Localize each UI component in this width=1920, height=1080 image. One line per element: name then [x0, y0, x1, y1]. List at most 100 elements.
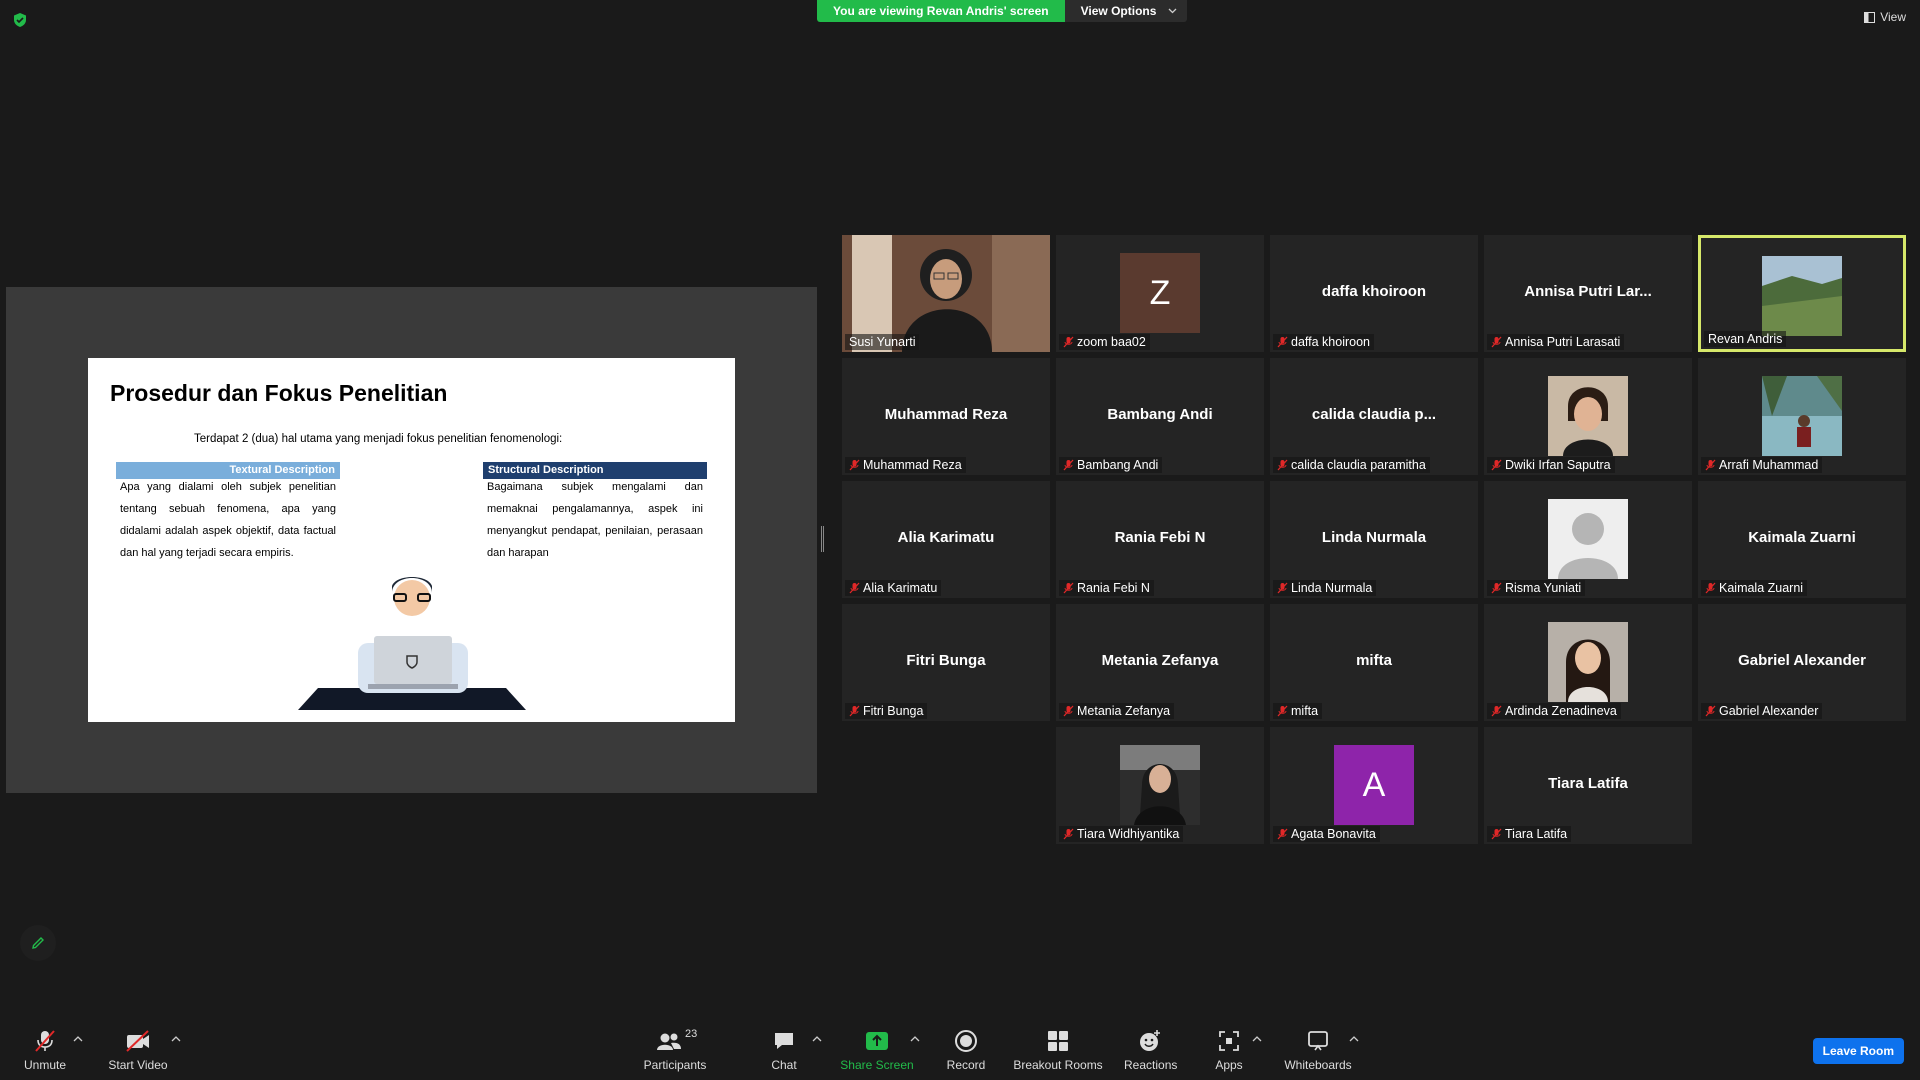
mic-muted-icon — [1063, 459, 1074, 471]
participant-tile[interactable]: Zzoom baa02 — [1056, 235, 1264, 352]
mic-muted-icon — [1491, 459, 1502, 471]
video-options-caret-icon[interactable] — [170, 1034, 182, 1044]
chevron-down-icon — [1168, 8, 1177, 14]
record-button[interactable]: Record — [942, 1028, 990, 1072]
participant-tile[interactable]: Muhammad Reza Muhammad Reza — [842, 358, 1050, 475]
participant-name: mifta — [1291, 704, 1319, 718]
participant-name-label: Kaimala Zuarni — [1701, 580, 1808, 596]
participant-avatar — [1548, 376, 1628, 456]
participant-avatar: A — [1334, 745, 1414, 825]
mic-muted-icon — [1063, 582, 1074, 594]
participant-tile[interactable]: A Agata Bonavita — [1270, 727, 1478, 844]
participant-name: Revan Andris — [1708, 332, 1783, 346]
view-label: View — [1880, 10, 1906, 24]
breakout-rooms-label: Breakout Rooms — [1013, 1058, 1103, 1072]
participant-display-name: Linda Nurmala — [1321, 529, 1427, 546]
participant-display-name: Gabriel Alexander — [1738, 652, 1866, 669]
participant-name-label: mifta — [1273, 703, 1323, 719]
participant-name: Linda Nurmala — [1291, 581, 1373, 595]
participant-name-label: Susi Yunarti — [845, 334, 920, 350]
participant-name: Alia Karimatu — [863, 581, 938, 595]
whiteboards-button[interactable]: Whiteboards — [1282, 1028, 1354, 1072]
participant-display-name: Kaimala Zuarni — [1748, 529, 1856, 546]
view-button[interactable]: View — [1864, 10, 1906, 24]
view-options-button[interactable]: View Options — [1064, 0, 1188, 22]
view-options-label: View Options — [1080, 4, 1157, 18]
participant-tile[interactable]: Fitri Bunga Fitri Bunga — [842, 604, 1050, 721]
resize-handle[interactable] — [821, 526, 824, 552]
mic-muted-icon — [1063, 336, 1074, 348]
mic-muted-icon — [1277, 459, 1288, 471]
participant-name: Rania Febi N — [1077, 581, 1150, 595]
participant-tile[interactable]: mifta mifta — [1270, 604, 1478, 721]
participant-name-label: Arrafi Muhammad — [1701, 457, 1823, 473]
video-off-icon — [126, 1030, 149, 1052]
security-shield-icon[interactable] — [12, 12, 28, 28]
apps-button[interactable]: Apps — [1210, 1028, 1248, 1072]
participant-name-label: Alia Karimatu — [845, 580, 942, 596]
share-screen-icon — [866, 1032, 888, 1050]
participant-display-name: calida claudia p... — [1311, 406, 1437, 423]
participant-tile[interactable]: Bambang Andi Bambang Andi — [1056, 358, 1264, 475]
participant-name-label: calida claudia paramitha — [1273, 457, 1430, 473]
slide-intro: Terdapat 2 (dua) hal utama yang menjadi … — [194, 433, 563, 445]
participant-name-label: Gabriel Alexander — [1701, 703, 1823, 719]
participant-tile[interactable]: Metania Zefanya Metania Zefanya — [1056, 604, 1264, 721]
person-at-laptop-illustration — [298, 577, 526, 710]
participant-tile[interactable]: Ardinda Zenadineva — [1484, 604, 1692, 721]
participant-name-label: Metania Zefanya — [1059, 703, 1175, 719]
mic-muted-icon — [849, 459, 860, 471]
participant-name: Arrafi Muhammad — [1719, 458, 1819, 472]
participants-icon-wrap: 23 — [655, 1028, 697, 1054]
participant-name-label: Muhammad Reza — [845, 457, 966, 473]
participant-tile[interactable]: Risma Yuniati — [1484, 481, 1692, 598]
participant-tile[interactable]: daffa khoiroon daffa khoiroon — [1270, 235, 1478, 352]
mic-muted-icon — [1705, 459, 1716, 471]
participant-tile[interactable]: Rania Febi N Rania Febi N — [1056, 481, 1264, 598]
participants-button[interactable]: 23 Participants — [640, 1028, 710, 1072]
share-options-caret-icon[interactable] — [909, 1034, 921, 1044]
participant-name-label: Agata Bonavita — [1273, 826, 1380, 842]
mic-muted-icon — [1277, 336, 1288, 348]
participant-tile[interactable]: Dwiki Irfan Saputra — [1484, 358, 1692, 475]
participants-label: Participants — [643, 1058, 707, 1072]
shared-screen[interactable]: Prosedur dan Fokus Penelitian Terdapat 2… — [6, 287, 817, 793]
participant-tile[interactable]: Annisa Putri Lar... Annisa Putri Larasati — [1484, 235, 1692, 352]
chat-options-caret-icon[interactable] — [811, 1034, 823, 1044]
annotate-button[interactable] — [20, 925, 56, 961]
participant-name: Ardinda Zenadineva — [1505, 704, 1617, 718]
chat-icon — [775, 1033, 793, 1049]
share-screen-button[interactable]: Share Screen — [838, 1028, 916, 1072]
slide-title: Prosedur dan Fokus Penelitian — [110, 380, 448, 406]
participant-name-label: Risma Yuniati — [1487, 580, 1586, 596]
participant-tile[interactable]: Susi Yunarti — [842, 235, 1050, 352]
participant-name-label: Tiara Widhiyantika — [1059, 826, 1184, 842]
participant-tile[interactable]: Linda Nurmala Linda Nurmala — [1270, 481, 1478, 598]
participant-tile[interactable]: Gabriel Alexander Gabriel Alexander — [1698, 604, 1906, 721]
participant-display-name: mifta — [1356, 652, 1392, 669]
participant-name: Annisa Putri Larasati — [1505, 335, 1621, 349]
whiteboard-options-caret-icon[interactable] — [1348, 1034, 1360, 1044]
participant-tile[interactable]: Revan Andris — [1698, 235, 1906, 352]
participant-tile[interactable]: calida claudia p... calida claudia parami… — [1270, 358, 1478, 475]
mic-muted-icon — [1705, 705, 1716, 717]
apps-icon — [1219, 1031, 1239, 1051]
participant-tile[interactable]: Tiara Latifa Tiara Latifa — [1484, 727, 1692, 844]
audio-options-caret-icon[interactable] — [72, 1034, 84, 1044]
record-icon — [955, 1030, 977, 1052]
chat-label: Chat — [771, 1058, 797, 1072]
participant-name: daffa khoiroon — [1291, 335, 1370, 349]
chat-button[interactable]: Chat — [764, 1028, 804, 1072]
participant-tile[interactable]: Tiara Widhiyantika — [1056, 727, 1264, 844]
apps-options-caret-icon[interactable] — [1251, 1034, 1263, 1044]
reactions-button[interactable]: Reactions — [1124, 1028, 1177, 1072]
leave-room-button[interactable]: Leave Room — [1812, 1038, 1904, 1064]
participant-name-label: daffa khoiroon — [1273, 334, 1374, 350]
start-video-button[interactable]: Start Video — [106, 1028, 170, 1072]
participant-tile[interactable]: Kaimala Zuarni Kaimala Zuarni — [1698, 481, 1906, 598]
breakout-rooms-button[interactable]: Breakout Rooms — [1012, 1028, 1104, 1072]
participant-tile[interactable]: Alia Karimatu Alia Karimatu — [842, 481, 1050, 598]
unmute-button[interactable]: Unmute — [20, 1028, 70, 1072]
participant-name-label: zoom baa02 — [1059, 334, 1150, 350]
participant-tile[interactable]: Arrafi Muhammad — [1698, 358, 1906, 475]
